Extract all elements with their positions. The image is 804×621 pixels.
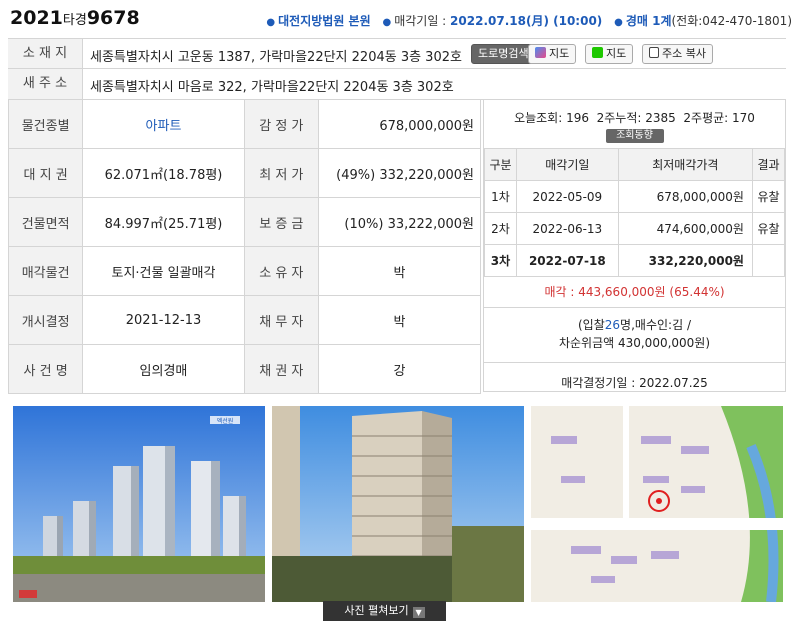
chevron-down-icon: ▼ <box>412 607 425 618</box>
history-table: 구분 매각기일 최저매각가격 결과 1차 2022-05-09 678,000,… <box>484 148 786 277</box>
case-header: 2021타경9678 ● 대전지방법원 본원 ● 매각기일 : 2022.07.18… <box>0 0 804 38</box>
copy-address-button[interactable]: 주소 복사 <box>642 44 713 64</box>
building-label: 건물면적 <box>7 197 84 247</box>
sale-date-label: 매각기일 : <box>394 14 451 28</box>
road-search-button[interactable]: 도로명검색 <box>471 44 536 64</box>
decision-date: 매각결정기일 : 2022.07.25 <box>561 376 708 390</box>
photo-building-view[interactable] <box>272 406 524 602</box>
address-label: 소 재 지 <box>8 39 83 69</box>
sale-object-value: 토지·건물 일괄매각 <box>82 246 245 296</box>
case-name-label: 사 건 명 <box>7 344 84 394</box>
type-label: 물건종별 <box>7 99 84 149</box>
table-row-current: 3차 2022-07-18 332,220,000원 <box>484 244 786 277</box>
history-header: 구분 매각기일 최저매각가격 결과 <box>484 148 786 181</box>
land-label: 대 지 권 <box>7 148 84 198</box>
naver-map-icon <box>592 47 603 58</box>
start-decision-label: 개시결정 <box>7 295 84 345</box>
building-value: 84.997㎡(25.71평) <box>82 197 245 247</box>
owner-label: 소 유 자 <box>243 246 319 296</box>
land-value: 62.071㎡(18.78평) <box>82 148 245 198</box>
sale-date: 2022.07.18(月) (10:00) <box>450 14 603 28</box>
expand-photos-button[interactable]: 사진 펼쳐보기 ▼ <box>323 601 446 621</box>
type-value[interactable]: 아파트 <box>82 99 245 149</box>
photo-strip: 엑선원 <box>13 406 787 602</box>
photo-map-view[interactable] <box>531 406 783 602</box>
photo-badge-text: 엑선원 <box>217 417 234 425</box>
debtor-label: 채 무 자 <box>243 295 319 345</box>
sale-object-label: 매각물건 <box>7 246 84 296</box>
dept-phone: (전화:042-470-1801) <box>671 14 793 28</box>
address-value: 세종특별자치시 고운동 1387, 가락마을22단지 2204동 3층 302호 <box>90 50 462 65</box>
case-number: 2021타경9678 <box>10 7 140 29</box>
deposit-value: (10%) 33,222,000원 <box>317 197 482 247</box>
new-address-row: 새 주 소 세종특별자치시 마음로 322, 가락마을22단지 2204동 3층… <box>8 68 786 100</box>
owner-value: 박 <box>317 246 482 296</box>
start-decision-value: 2021-12-13 <box>82 295 245 345</box>
dept-link[interactable]: 경매 1계 <box>626 14 672 28</box>
debtor-value: 박 <box>317 295 482 345</box>
map-button-daum[interactable]: 지도 <box>528 44 577 64</box>
property-info-table: 물건종별 아파트 감 정 가 678,000,000원 대 지 권 62.071… <box>7 99 482 394</box>
table-row: 2차 2022-06-13 474,600,000원 유찰 <box>484 212 786 245</box>
sale-result: 매각 : 443,660,000원 (65.44%) <box>484 277 785 308</box>
auction-history-panel: 오늘조회: 196 2주누적: 2385 2주평균: 170 조회동향 구분 매… <box>483 99 786 392</box>
bid-info: (입찰26명,매수인:김 / 차순위금액 430,000,000원) <box>484 308 785 363</box>
creditor-value: 강 <box>317 344 482 394</box>
deposit-label: 보 증 금 <box>243 197 319 247</box>
appraise-label: 감 정 가 <box>243 99 319 149</box>
new-address-value: 세종특별자치시 마음로 322, 가락마을22단지 2204동 3층 302호 <box>90 80 454 95</box>
min-price-label: 최 저 가 <box>243 148 319 198</box>
photo-complex-view[interactable]: 엑선원 <box>13 406 265 602</box>
copy-icon <box>649 47 659 58</box>
min-price-value: (49%) 332,220,000원 <box>317 148 482 198</box>
daum-map-icon <box>535 47 546 58</box>
table-row: 1차 2022-05-09 678,000,000원 유찰 <box>484 180 786 213</box>
case-name-value: 임의경매 <box>82 344 245 394</box>
case-info: ● 대전지방법원 본원 ● 매각기일 : 2022.07.18(月) (10:00)… <box>266 14 793 28</box>
court-link[interactable]: 대전지방법원 본원 <box>278 14 371 28</box>
new-address-label: 새 주 소 <box>8 69 83 99</box>
address-row: 소 재 지 세종특별자치시 고운동 1387, 가락마을22단지 2204동 3… <box>8 38 786 69</box>
map-button-naver[interactable]: 지도 <box>585 44 634 64</box>
appraise-value: 678,000,000원 <box>317 99 482 149</box>
view-stats: 오늘조회: 196 2주누적: 2385 2주평균: 170 <box>514 111 755 125</box>
creditor-label: 채 권 자 <box>243 344 319 394</box>
view-trend-button[interactable]: 조회동향 <box>605 129 664 143</box>
